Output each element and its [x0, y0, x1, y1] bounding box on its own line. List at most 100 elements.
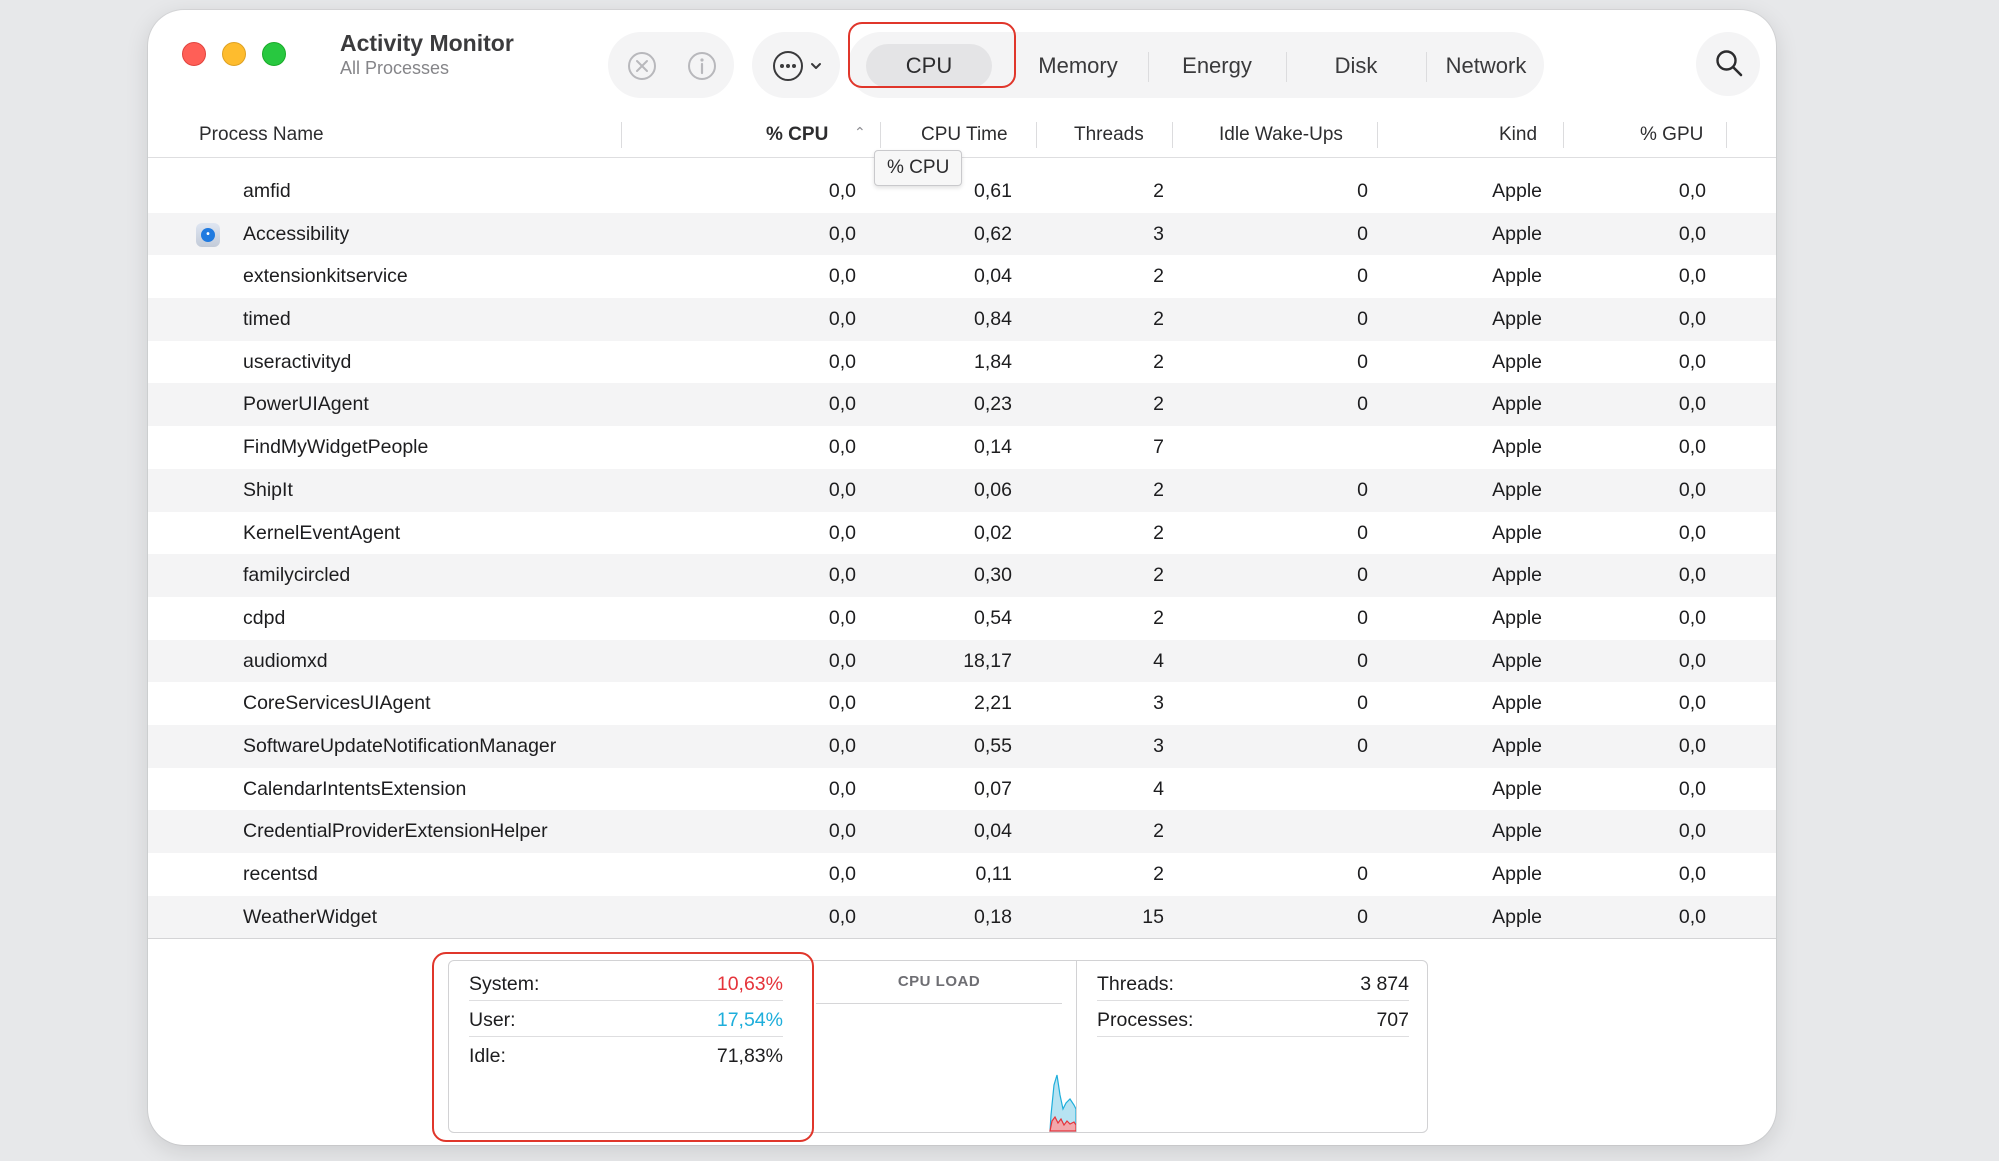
x-circle-icon	[628, 52, 656, 80]
cell-cpu-time: 0,02	[974, 521, 1012, 544]
tab-cpu[interactable]: CPU	[866, 44, 992, 88]
cell-threads: 2	[1153, 180, 1164, 202]
tab-separator	[1426, 52, 1427, 82]
cell-process-name: CredentialProviderExtensionHelper	[243, 820, 548, 843]
cell-idle-wakeups: 0	[1357, 180, 1368, 202]
cell-cpu: 0,0	[828, 649, 856, 672]
column-cpu-time[interactable]: CPU Time	[921, 124, 1008, 146]
cell-cpu-time: 18,17	[963, 649, 1012, 672]
cell-cpu-time: 0,84	[974, 308, 1012, 331]
table-row[interactable]: CoreServicesUIAgent 0,0 2,21 3 0 Apple 0,0	[148, 682, 1776, 725]
cell-cpu-time: 0,18	[974, 905, 1012, 928]
cell-kind: Apple	[1492, 222, 1542, 245]
column-separator	[1377, 122, 1378, 148]
table-row[interactable]: familycircled 0,0 0,30 2 0 Apple 0,0	[148, 554, 1776, 597]
table-row[interactable]: useractivityd 0,0 1,84 2 0 Apple 0,0	[148, 341, 1776, 384]
table-row[interactable]: cdpd 0,0 0,54 2 0 Apple 0,0	[148, 597, 1776, 640]
cell-idle-wakeups: 0	[1357, 734, 1368, 757]
ellipsis-circle-icon	[773, 51, 803, 81]
table-row[interactable]: SoftwareUpdateNotificationManager 0,0 0,55…	[148, 724, 1776, 768]
tab-memory[interactable]: Memory	[1014, 44, 1142, 88]
system-row: System: 10,63%	[469, 965, 783, 1001]
zoom-window-button[interactable]	[262, 42, 286, 66]
magnifier-icon	[1716, 50, 1743, 77]
cpu-load-rule	[816, 1003, 1062, 1004]
cell-cpu-time: 0,07	[974, 777, 1012, 800]
tab-network[interactable]: Network	[1428, 44, 1544, 88]
cell-gpu: 0,0	[1678, 393, 1706, 416]
column-kind[interactable]: Kind	[1499, 124, 1537, 146]
tab-disk[interactable]: Disk	[1292, 44, 1420, 88]
minimize-window-button[interactable]	[222, 42, 246, 66]
cell-gpu: 0,0	[1678, 180, 1706, 202]
cell-idle-wakeups: 0	[1357, 521, 1368, 544]
cell-threads: 2	[1153, 393, 1164, 416]
more-actions-button[interactable]	[764, 46, 830, 86]
cell-process-name: Accessibility	[243, 222, 350, 245]
process-table: amfid 0,0 0,61 2 0 Apple 0,0 • Accessibility 0,0 0…	[148, 170, 1776, 939]
cell-kind: Apple	[1492, 478, 1542, 501]
cell-kind: Apple	[1492, 606, 1542, 629]
cell-threads: 2	[1153, 863, 1164, 885]
column-separator	[1172, 122, 1173, 148]
table-row[interactable]: extensionkitservice 0,0 0,04 2 0 Apple 0,0	[148, 255, 1776, 298]
cell-cpu-time: 0,23	[974, 393, 1012, 416]
system-value: 10,63%	[716, 973, 783, 995]
cell-process-name: SoftwareUpdateNotificationManager	[243, 734, 557, 757]
column-separator	[1726, 122, 1727, 148]
cell-kind: Apple	[1492, 863, 1542, 885]
window-title: Activity Monitor	[340, 30, 514, 56]
cell-process-name: amfid	[243, 180, 291, 202]
cell-cpu: 0,0	[828, 863, 856, 885]
idle-row: Idle: 71,83%	[469, 1037, 783, 1073]
column-separator	[1563, 122, 1564, 148]
table-row[interactable]: recentsd 0,0 0,11 2 0 Apple 0,0	[148, 853, 1776, 896]
cell-kind: Apple	[1492, 905, 1542, 928]
cell-cpu: 0,0	[828, 265, 856, 288]
table-row[interactable]: KernelEventAgent 0,0 0,02 2 0 Apple 0,0	[148, 512, 1776, 555]
cell-process-name: WeatherWidget	[243, 905, 378, 928]
search-button[interactable]	[1704, 38, 1754, 88]
close-window-button[interactable]	[182, 42, 206, 66]
cell-cpu: 0,0	[828, 521, 856, 544]
cell-idle-wakeups: 0	[1357, 606, 1368, 629]
window-subtitle: All Processes	[340, 58, 450, 78]
cell-threads: 2	[1153, 564, 1164, 587]
inspect-process-button[interactable]	[682, 46, 722, 86]
user-value: 17,54%	[716, 1009, 783, 1031]
table-row[interactable]: audiomxd 0,0 18,17 4 0 Apple 0,0	[148, 639, 1776, 683]
table-row[interactable]: CredentialProviderExtensionHelper 0,0 0,04…	[148, 810, 1776, 853]
table-row[interactable]: PowerUIAgent 0,0 0,23 2 0 Apple 0,0	[148, 383, 1776, 427]
table-row[interactable]: FindMyWidgetPeople 0,0 0,14 7 Apple 0,0	[148, 426, 1776, 469]
threads-value: 3 874	[1360, 973, 1409, 995]
table-row[interactable]: ShipIt 0,0 0,06 2 0 Apple 0,0	[148, 468, 1776, 512]
cell-cpu: 0,0	[828, 478, 856, 501]
tab-energy[interactable]: Energy	[1154, 44, 1280, 88]
stop-process-button[interactable]	[622, 46, 662, 86]
table-row[interactable]: CalendarIntentsExtension 0,0 0,07 4 Apple 0,0	[148, 768, 1776, 811]
cpu-load-panel: CPU LOAD	[800, 960, 1078, 1133]
table-row[interactable]: timed 0,0 0,84 2 0 Apple 0,0	[148, 298, 1776, 341]
cell-threads: 2	[1153, 521, 1164, 544]
table-row[interactable]: • Accessibility 0,0 0,62 3 0 Apple 0,0	[148, 212, 1776, 256]
cell-process-name: KernelEventAgent	[243, 521, 401, 544]
column-process-name[interactable]: Process Name	[199, 124, 324, 146]
cell-process-name: FindMyWidgetPeople	[243, 436, 429, 459]
cell-threads: 7	[1153, 436, 1164, 459]
column-threads[interactable]: Threads	[1074, 124, 1144, 146]
cell-threads: 15	[1142, 905, 1164, 928]
cell-threads: 2	[1153, 265, 1164, 288]
cell-cpu-time: 0,14	[974, 436, 1012, 459]
cell-idle-wakeups: 0	[1357, 222, 1368, 245]
column-idle-wakeups[interactable]: Idle Wake-Ups	[1219, 124, 1343, 146]
table-row[interactable]: WeatherWidget 0,0 0,18 15 0 Apple 0,0	[148, 895, 1776, 939]
cell-cpu: 0,0	[828, 222, 856, 245]
column-cpu[interactable]: % CPU	[766, 124, 828, 146]
column-gpu[interactable]: % GPU	[1640, 124, 1703, 146]
cell-process-name: familycircled	[243, 564, 351, 587]
processes-value: 707	[1376, 1009, 1409, 1031]
cpu-load-title: CPU LOAD	[897, 973, 981, 990]
idle-label: Idle:	[469, 1045, 506, 1067]
cell-threads: 4	[1153, 777, 1164, 800]
cell-process-name: cdpd	[243, 606, 286, 629]
